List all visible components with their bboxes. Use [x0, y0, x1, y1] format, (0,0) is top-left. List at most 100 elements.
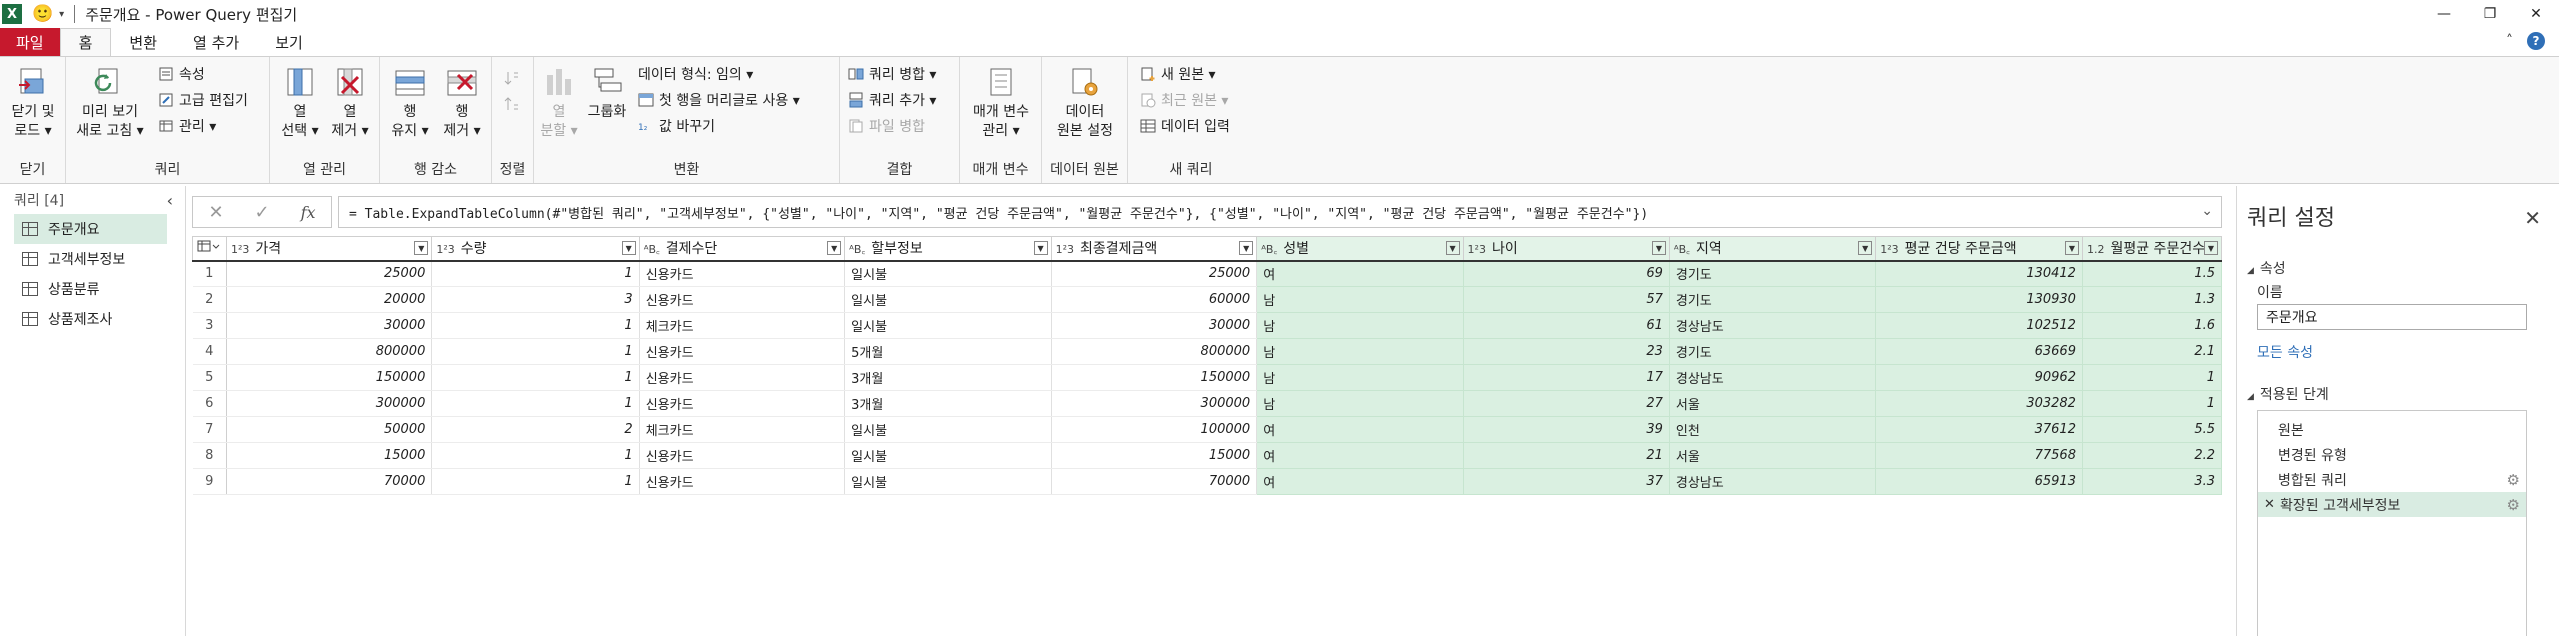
table-cell[interactable]: 여	[1256, 259, 1464, 287]
filter-dropdown-icon[interactable]: ▼	[827, 241, 842, 255]
table-cell[interactable]: 30000	[226, 312, 433, 339]
column-type-icon[interactable]: ᴬB꜀	[849, 243, 865, 256]
table-cell[interactable]: 1	[431, 468, 640, 495]
table-cell[interactable]: 남	[1256, 364, 1464, 391]
sort-descending-button[interactable]	[504, 93, 525, 115]
table-cell[interactable]: 일시불	[844, 286, 1052, 313]
table-cell[interactable]: 2	[431, 416, 640, 443]
column-type-icon[interactable]: ᴬB꜀	[1674, 243, 1690, 256]
merge-queries-button[interactable]: 쿼리 병합 ▾	[848, 63, 936, 85]
column-type-icon[interactable]: 1²3	[231, 243, 249, 256]
table-cell[interactable]: 일시불	[844, 312, 1052, 339]
commit-formula-icon[interactable]: ✓	[255, 202, 270, 223]
row-number[interactable]: 5	[192, 364, 227, 391]
table-cell[interactable]: 1	[431, 259, 640, 287]
table-cell[interactable]: 경기도	[1669, 259, 1877, 287]
query-name-input[interactable]	[2257, 304, 2527, 330]
table-cell[interactable]: 1.6	[2082, 312, 2223, 339]
table-cell[interactable]: 일시불	[844, 442, 1052, 469]
combine-files-button[interactable]: 파일 병합	[848, 115, 925, 137]
formula-input[interactable]: = Table.ExpandTableColumn(#"병합된 쿼리", "고객…	[338, 196, 2222, 228]
row-number[interactable]: 6	[192, 390, 227, 417]
query-item-orders[interactable]: 주문개요	[14, 214, 167, 244]
table-cell[interactable]: 경상남도	[1669, 468, 1877, 495]
restore-button[interactable]: ❐	[2467, 0, 2513, 28]
tab-home[interactable]: 홈	[59, 28, 112, 56]
manage-parameters-button[interactable]: 매개 변수 관리 ▾	[964, 65, 1038, 141]
table-cell[interactable]: 신용카드	[639, 338, 846, 365]
remove-columns-button[interactable]: 열 제거 ▾	[326, 65, 374, 141]
table-cell[interactable]: 남	[1256, 286, 1464, 313]
table-cell[interactable]: 남	[1256, 338, 1464, 365]
column-header[interactable]: 1.2 월평균 주문건수 ▼	[2081, 236, 2223, 262]
table-cell[interactable]: 70000	[226, 468, 433, 495]
group-by-button[interactable]: 그룹화	[582, 65, 632, 122]
table-cell[interactable]: 여	[1256, 416, 1464, 443]
table-cell[interactable]: 63669	[1875, 338, 2083, 365]
table-cell[interactable]: 5.5	[2082, 416, 2223, 443]
table-cell[interactable]: 경상남도	[1669, 312, 1877, 339]
table-cell[interactable]: 50000	[226, 416, 433, 443]
table-cell[interactable]: 3개월	[844, 390, 1052, 417]
table-cell[interactable]: 서울	[1669, 390, 1877, 417]
filter-dropdown-icon[interactable]: ▼	[1033, 241, 1048, 255]
table-cell[interactable]: 15000	[1051, 442, 1258, 469]
collapse-pane-icon[interactable]: ‹	[167, 191, 173, 210]
table-cell[interactable]: 69	[1463, 259, 1670, 287]
properties-section-header[interactable]: ◢ 속성	[2247, 258, 2286, 278]
column-type-icon[interactable]: 1²3	[1056, 243, 1074, 256]
table-cell[interactable]: 1.5	[2082, 259, 2223, 287]
table-cell[interactable]: 신용카드	[639, 286, 846, 313]
table-cell[interactable]: 1	[431, 312, 640, 339]
column-header[interactable]: ᴬB꜀ 결제수단 ▼	[638, 236, 846, 262]
applied-steps-header[interactable]: ◢ 적용된 단계	[2247, 384, 2329, 404]
all-properties-link[interactable]: 모든 속성	[2257, 342, 2313, 362]
table-cell[interactable]: 경상남도	[1669, 364, 1877, 391]
table-cell[interactable]: 일시불	[844, 468, 1052, 495]
help-icon[interactable]: ?	[2527, 32, 2545, 50]
step-expanded-customer-details[interactable]: ✕ 확장된 고객세부정보 ⚙	[2258, 492, 2526, 517]
table-cell[interactable]: 5개월	[844, 338, 1052, 365]
table-cell[interactable]: 1	[431, 364, 640, 391]
column-header[interactable]: 1²3 가격 ▼	[225, 236, 433, 262]
filter-dropdown-icon[interactable]: ▼	[1858, 241, 1873, 255]
column-type-icon[interactable]: ᴬB꜀	[1261, 243, 1277, 256]
column-header[interactable]: ᴬB꜀ 성별 ▼	[1256, 236, 1464, 262]
sort-ascending-button[interactable]	[504, 67, 525, 89]
column-header[interactable]: 1²3 나이 ▼	[1462, 236, 1670, 262]
table-cell[interactable]: 체크카드	[639, 312, 846, 339]
split-column-button[interactable]: 열 분할 ▾	[538, 65, 580, 141]
delete-step-icon[interactable]: ✕	[2264, 497, 2278, 512]
table-cell[interactable]: 체크카드	[639, 416, 846, 443]
quick-access-dropdown-icon[interactable]: ▾	[59, 9, 64, 20]
step-changed-type[interactable]: 변경된 유형	[2258, 442, 2526, 467]
tab-transform[interactable]: 변환	[111, 28, 175, 56]
table-cell[interactable]: 39	[1463, 416, 1670, 443]
table-cell[interactable]: 130412	[1875, 259, 2083, 287]
keep-rows-button[interactable]: 행 유지 ▾	[386, 65, 434, 141]
table-cell[interactable]: 1	[431, 338, 640, 365]
column-type-icon[interactable]: 1²3	[1880, 243, 1898, 256]
filter-dropdown-icon[interactable]: ▼	[414, 241, 429, 255]
table-menu-corner[interactable]	[192, 236, 227, 262]
table-cell[interactable]: 57	[1463, 286, 1670, 313]
tab-file[interactable]: 파일	[0, 28, 60, 56]
row-number[interactable]: 8	[192, 442, 227, 469]
table-cell[interactable]: 경기도	[1669, 338, 1877, 365]
filter-dropdown-icon[interactable]: ▼	[1239, 241, 1254, 255]
row-number[interactable]: 2	[192, 286, 227, 313]
table-cell[interactable]: 102512	[1875, 312, 2083, 339]
minimize-button[interactable]: —	[2421, 0, 2467, 28]
table-cell[interactable]: 300000	[226, 390, 433, 417]
table-cell[interactable]: 70000	[1051, 468, 1258, 495]
table-cell[interactable]: 일시불	[844, 416, 1052, 443]
table-cell[interactable]: 3개월	[844, 364, 1052, 391]
data-source-settings-button[interactable]: 데이터 원본 설정	[1048, 65, 1122, 141]
table-cell[interactable]: 800000	[226, 338, 433, 365]
table-cell[interactable]: 경기도	[1669, 286, 1877, 313]
table-cell[interactable]: 30000	[1051, 312, 1258, 339]
collapse-ribbon-icon[interactable]: ˄	[2506, 33, 2513, 49]
table-cell[interactable]: 신용카드	[639, 468, 846, 495]
table-cell[interactable]: 130930	[1875, 286, 2083, 313]
close-window-button[interactable]: ✕	[2513, 0, 2559, 28]
